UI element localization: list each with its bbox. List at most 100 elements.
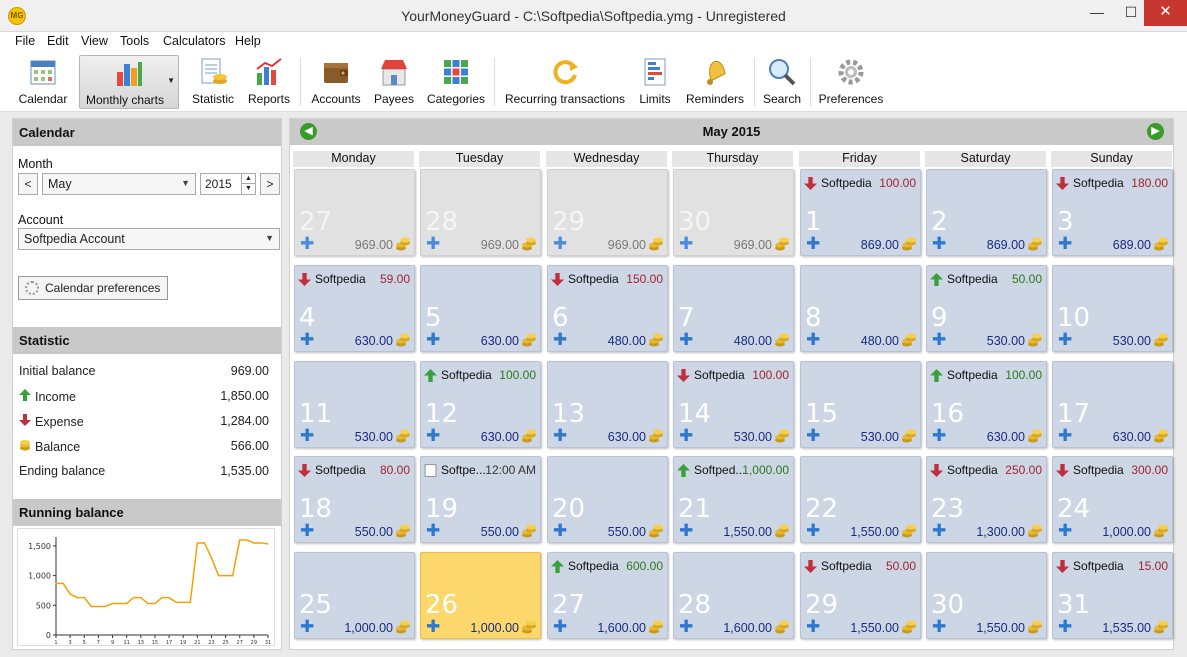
add-transaction-icon[interactable]: ✚ — [806, 427, 820, 444]
calendar-day-cell[interactable]: Softpedia 100.00 14 ✚ 530.00 — [673, 361, 794, 448]
add-transaction-icon[interactable]: ✚ — [679, 618, 693, 635]
add-transaction-icon[interactable]: ✚ — [1058, 522, 1072, 539]
menu-file[interactable]: File — [15, 34, 35, 48]
reports-tool-button[interactable]: Reports — [246, 55, 292, 109]
transaction-entry[interactable]: Softpedia 250.00 — [930, 463, 1044, 478]
transaction-entry[interactable]: Softped... 1,000.00 — [677, 463, 791, 478]
add-transaction-icon[interactable]: ✚ — [553, 235, 567, 252]
transaction-entry[interactable]: Softpedia 600.00 — [551, 559, 665, 574]
calendar-day-cell[interactable]: 20 ✚ 550.00 — [547, 456, 668, 543]
transaction-entry[interactable]: Softpedia 100.00 — [804, 176, 918, 191]
prev-month-button[interactable]: < — [18, 173, 38, 195]
accounts-tool-button[interactable]: Accounts — [309, 55, 363, 109]
calendar-day-cell[interactable]: 5 ✚ 630.00 — [420, 265, 541, 352]
add-transaction-icon[interactable]: ✚ — [300, 235, 314, 252]
calendar-day-cell[interactable]: 25 ✚ 1,000.00 — [294, 552, 415, 639]
calendar-day-cell[interactable]: 10 ✚ 530.00 — [1052, 265, 1173, 352]
transaction-entry[interactable]: Softpedia 100.00 — [424, 368, 538, 383]
add-transaction-icon[interactable]: ✚ — [679, 522, 693, 539]
account-select[interactable]: Softpedia Account ▼ — [18, 228, 280, 250]
calendar-day-cell[interactable]: 15 ✚ 530.00 — [800, 361, 921, 448]
add-transaction-icon[interactable]: ✚ — [806, 618, 820, 635]
add-transaction-icon[interactable]: ✚ — [1058, 235, 1072, 252]
calendar-day-cell[interactable]: Softpe... 12:00 AM 19 ✚ 550.00 — [420, 456, 541, 543]
transaction-entry[interactable]: Softpedia 80.00 — [298, 463, 412, 478]
add-transaction-icon[interactable]: ✚ — [426, 427, 440, 444]
calendar-day-cell[interactable]: 29 ✚ 969.00 — [547, 169, 668, 256]
add-transaction-icon[interactable]: ✚ — [932, 235, 946, 252]
add-transaction-icon[interactable]: ✚ — [806, 522, 820, 539]
add-transaction-icon[interactable]: ✚ — [426, 331, 440, 348]
calendar-day-cell[interactable]: 28 ✚ 969.00 — [420, 169, 541, 256]
calendar-day-cell[interactable]: 7 ✚ 480.00 — [673, 265, 794, 352]
add-transaction-icon[interactable]: ✚ — [553, 618, 567, 635]
add-transaction-icon[interactable]: ✚ — [1058, 331, 1072, 348]
add-transaction-icon[interactable]: ✚ — [300, 331, 314, 348]
year-down-icon[interactable]: ▼ — [241, 184, 255, 194]
calendar-day-cell[interactable]: 26 ✚ 1,000.00 — [420, 552, 541, 639]
add-transaction-icon[interactable]: ✚ — [300, 427, 314, 444]
calendar-day-cell[interactable]: Softpedia 80.00 18 ✚ 550.00 — [294, 456, 415, 543]
preferences-tool-button[interactable]: Preferences — [818, 55, 884, 109]
chevron-down-icon[interactable]: ▼ — [167, 76, 175, 85]
calendar-day-cell[interactable]: Softpedia 50.00 29 ✚ 1,550.00 — [800, 552, 921, 639]
transaction-entry[interactable]: Softpe... 12:00 AM — [424, 463, 538, 478]
add-transaction-icon[interactable]: ✚ — [426, 235, 440, 252]
calendar-day-cell[interactable]: Softpedia 59.00 4 ✚ 630.00 — [294, 265, 415, 352]
menu-tools[interactable]: Tools — [120, 34, 149, 48]
calendar-day-cell[interactable]: Softpedia 250.00 23 ✚ 1,300.00 — [926, 456, 1047, 543]
add-transaction-icon[interactable]: ✚ — [426, 522, 440, 539]
transaction-entry[interactable]: Softpedia 100.00 — [677, 368, 791, 383]
transaction-entry[interactable]: Softpedia 180.00 — [1056, 176, 1170, 191]
transaction-entry[interactable]: Softpedia 50.00 — [804, 559, 918, 574]
transaction-entry[interactable]: Softpedia 100.00 — [930, 368, 1044, 383]
calendar-day-cell[interactable]: Softpedia 100.00 1 ✚ 869.00 — [800, 169, 921, 256]
add-transaction-icon[interactable]: ✚ — [300, 522, 314, 539]
payees-tool-button[interactable]: Payees — [372, 55, 416, 109]
menu-help[interactable]: Help — [235, 34, 261, 48]
calendar-preferences-button[interactable]: Calendar preferences — [18, 276, 168, 300]
calendar-tool-button[interactable]: Calendar — [16, 55, 70, 109]
calendar-day-cell[interactable]: Softpedia 100.00 16 ✚ 630.00 — [926, 361, 1047, 448]
menu-calculators[interactable]: Calculators — [163, 34, 226, 48]
calendar-day-cell[interactable]: 8 ✚ 480.00 — [800, 265, 921, 352]
add-transaction-icon[interactable]: ✚ — [806, 331, 820, 348]
calendar-day-cell[interactable]: Softpedia 50.00 9 ✚ 530.00 — [926, 265, 1047, 352]
calendar-day-cell[interactable]: 28 ✚ 1,600.00 — [673, 552, 794, 639]
calendar-day-cell[interactable]: 2 ✚ 869.00 — [926, 169, 1047, 256]
maximize-button[interactable]: ☐ — [1114, 0, 1148, 26]
calendar-day-cell[interactable]: 30 ✚ 969.00 — [673, 169, 794, 256]
categories-tool-button[interactable]: Categories — [426, 55, 486, 109]
next-month-icon[interactable]: ▶ — [1147, 123, 1164, 140]
transaction-entry[interactable]: Softpedia 15.00 — [1056, 559, 1170, 574]
add-transaction-icon[interactable]: ✚ — [553, 427, 567, 444]
add-transaction-icon[interactable]: ✚ — [553, 522, 567, 539]
monthly-charts-tool-button[interactable]: Monthly charts ▼ — [79, 55, 179, 109]
recurring-transactions-tool-button[interactable]: Recurring transactions — [503, 55, 627, 109]
calendar-day-cell[interactable]: 17 ✚ 630.00 — [1052, 361, 1173, 448]
add-transaction-icon[interactable]: ✚ — [679, 427, 693, 444]
add-transaction-icon[interactable]: ✚ — [553, 331, 567, 348]
add-transaction-icon[interactable]: ✚ — [679, 331, 693, 348]
add-transaction-icon[interactable]: ✚ — [932, 331, 946, 348]
statistic-tool-button[interactable]: Statistic — [189, 55, 237, 109]
transaction-entry[interactable]: Softpedia 150.00 — [551, 272, 665, 287]
calendar-day-cell[interactable]: 30 ✚ 1,550.00 — [926, 552, 1047, 639]
year-up-icon[interactable]: ▲ — [241, 174, 255, 184]
calendar-day-cell[interactable]: Softpedia 600.00 27 ✚ 1,600.00 — [547, 552, 668, 639]
add-transaction-icon[interactable]: ✚ — [300, 618, 314, 635]
reminders-tool-button[interactable]: Reminders — [684, 55, 746, 109]
calendar-day-cell[interactable]: 27 ✚ 969.00 — [294, 169, 415, 256]
add-transaction-icon[interactable]: ✚ — [1058, 427, 1072, 444]
calendar-day-cell[interactable]: 22 ✚ 1,550.00 — [800, 456, 921, 543]
transaction-entry[interactable]: Softpedia 59.00 — [298, 272, 412, 287]
calendar-day-cell[interactable]: 11 ✚ 530.00 — [294, 361, 415, 448]
add-transaction-icon[interactable]: ✚ — [426, 618, 440, 635]
calendar-day-cell[interactable]: Softped... 1,000.00 21 ✚ 1,550.00 — [673, 456, 794, 543]
next-month-button[interactable]: > — [260, 173, 280, 195]
calendar-day-cell[interactable]: Softpedia 150.00 6 ✚ 480.00 — [547, 265, 668, 352]
transaction-entry[interactable]: Softpedia 50.00 — [930, 272, 1044, 287]
month-select[interactable]: May ▼ — [42, 173, 196, 195]
calendar-day-cell[interactable]: 13 ✚ 630.00 — [547, 361, 668, 448]
add-transaction-icon[interactable]: ✚ — [932, 522, 946, 539]
